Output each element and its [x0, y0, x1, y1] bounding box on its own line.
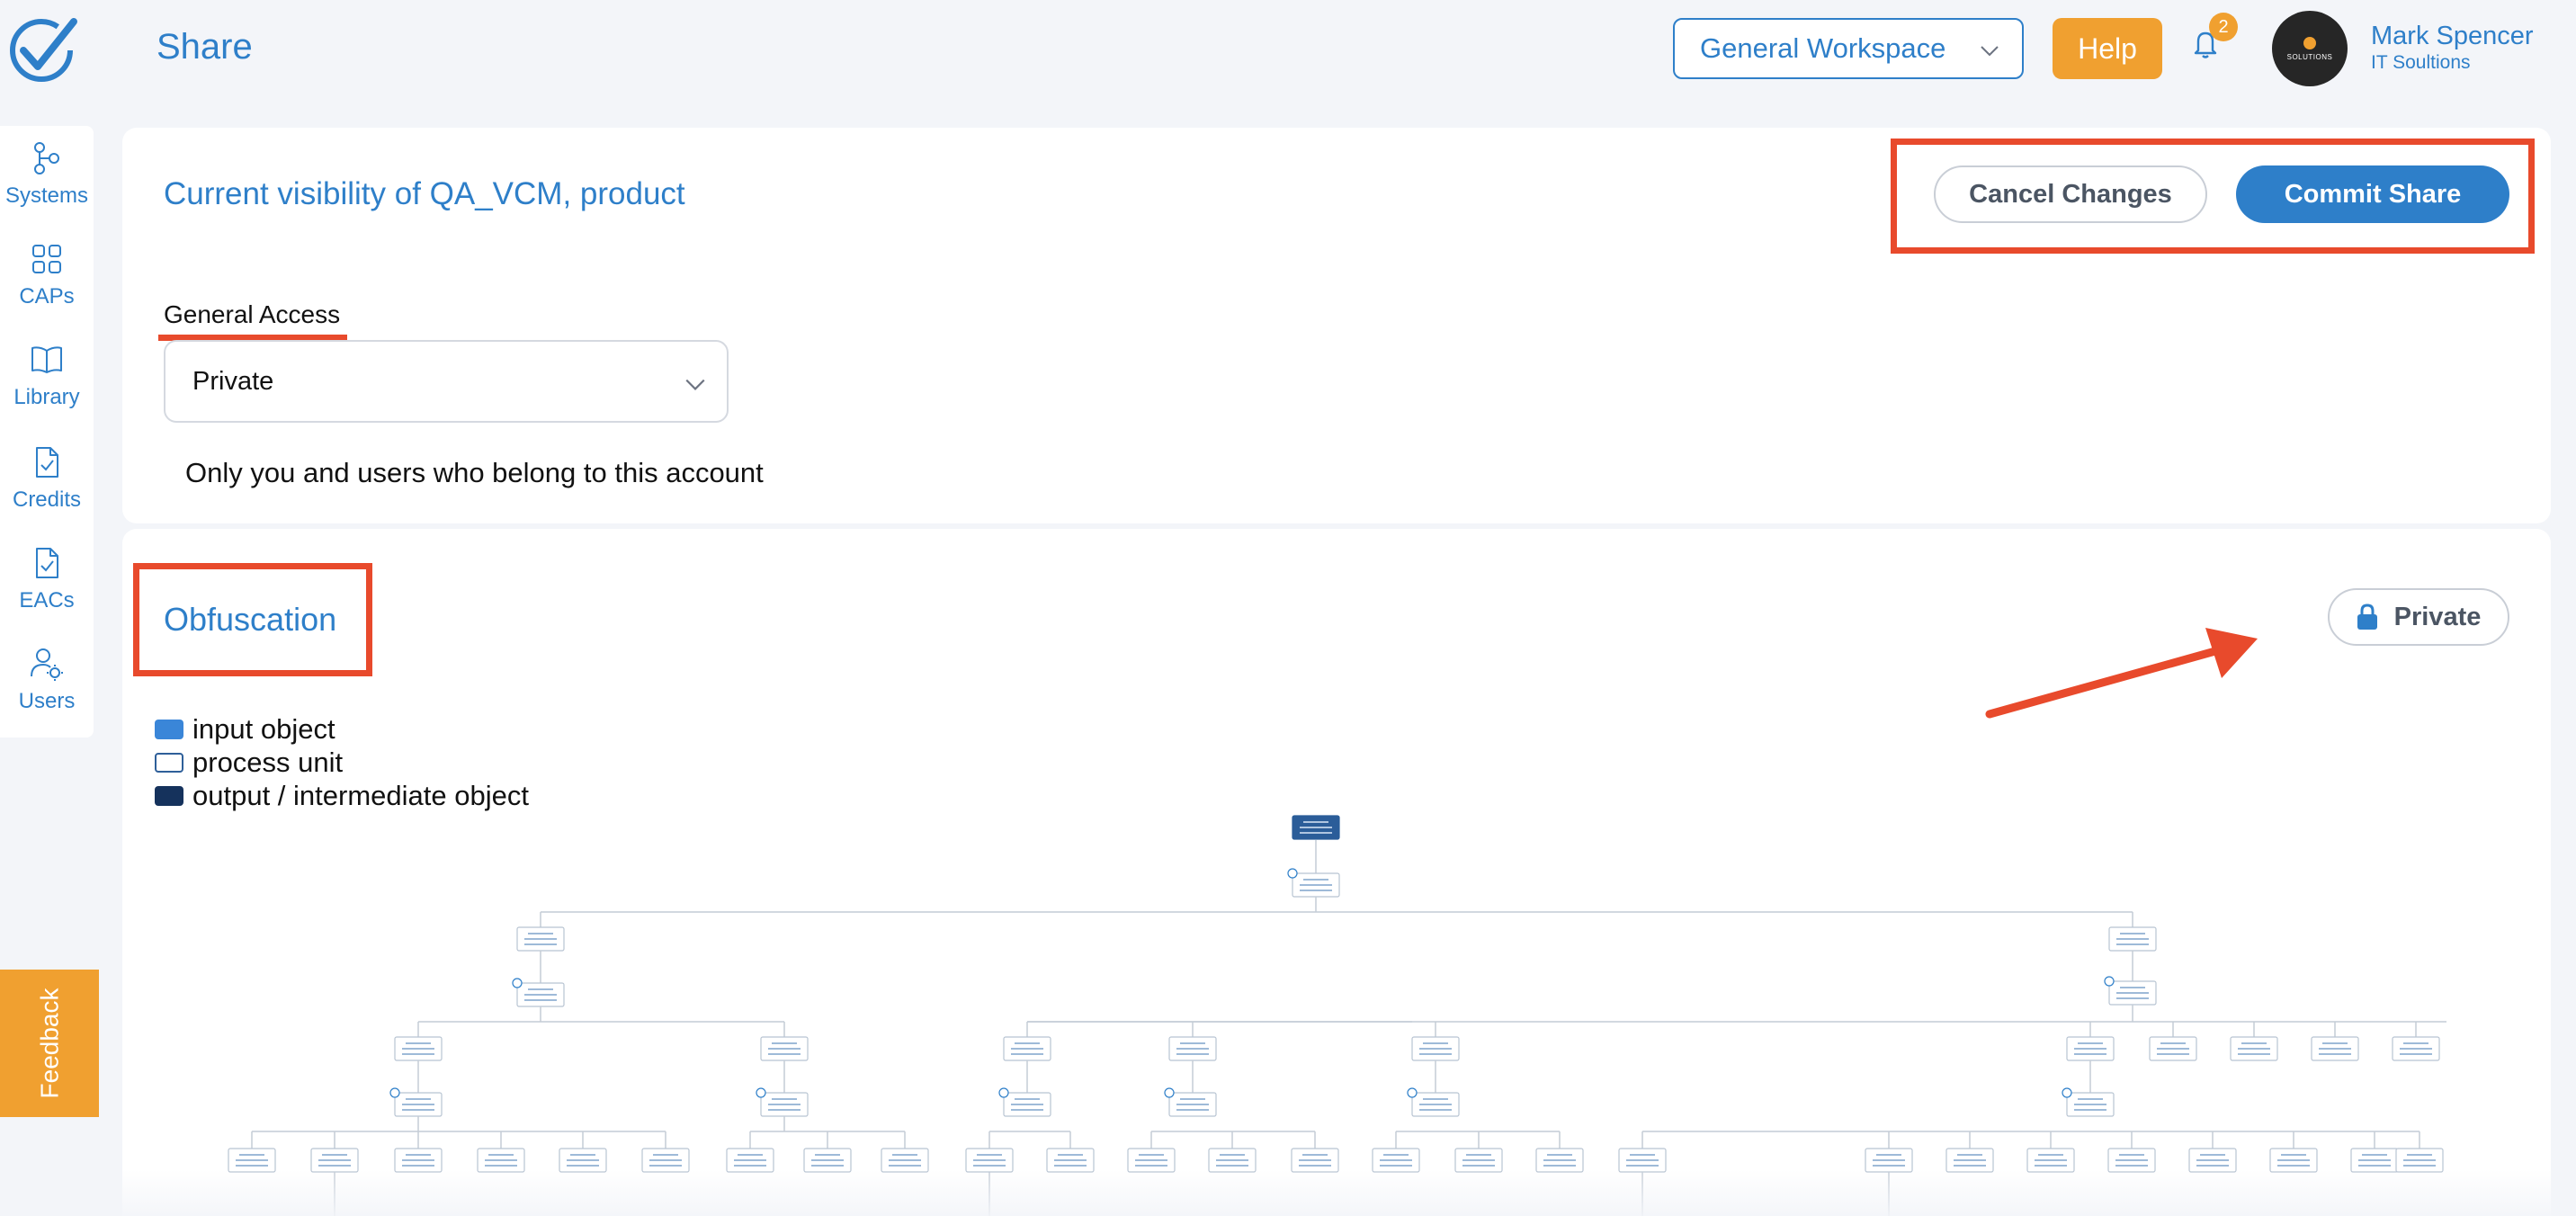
general-access-select[interactable]: Private: [164, 340, 729, 423]
sidebar-item-library[interactable]: Library: [0, 342, 94, 432]
tree-node[interactable]: [1411, 1036, 1460, 1061]
sidebar-item-label: CAPs: [19, 284, 75, 308]
notification-badge: 2: [2209, 13, 2238, 41]
sidebar-item-label: Library: [13, 385, 80, 409]
tree-node[interactable]: [512, 978, 565, 1007]
grid-icon: [32, 245, 61, 273]
chevron-down-icon: [1981, 46, 1999, 57]
tree-node[interactable]: [1164, 1087, 1217, 1117]
obfuscation-title: Obfuscation: [164, 601, 337, 638]
tree-node[interactable]: [2066, 1036, 2115, 1061]
access-description: Only you and users who belong to this ac…: [185, 457, 764, 488]
sidebar-item-label: Users: [18, 689, 76, 713]
general-access-value: Private: [192, 366, 274, 396]
user-organization: IT Soultions: [2371, 52, 2471, 73]
tree-node[interactable]: [2230, 1036, 2278, 1061]
page-title: Share: [157, 27, 253, 67]
systems-icon: [34, 142, 59, 174]
top-bar: Share General Workspace Help 2 SOLUTIONS…: [0, 0, 2576, 108]
legend-label: output / intermediate object: [192, 779, 529, 811]
tree-node[interactable]: [394, 1036, 443, 1061]
avatar-text: SOLUTIONS: [2286, 52, 2333, 61]
feedback-tab[interactable]: Feedback: [0, 970, 99, 1117]
feedback-label: Feedback: [35, 988, 63, 1099]
tree-node[interactable]: [1168, 1036, 1217, 1061]
visibility-title: Current visibility of QA_VCM, product: [164, 176, 685, 211]
legend-item: input object: [155, 712, 529, 746]
tree-node[interactable]: [2062, 1087, 2115, 1117]
tree-node[interactable]: [2149, 1036, 2197, 1061]
tree-node[interactable]: [516, 926, 565, 952]
legend-label: process unit: [192, 746, 344, 778]
avatar[interactable]: SOLUTIONS: [2272, 11, 2348, 86]
legend-swatch-input: [155, 719, 183, 739]
legend-swatch-process: [155, 752, 183, 773]
workspace-select[interactable]: General Workspace: [1673, 18, 2024, 79]
sidebar-item-label: EACs: [19, 588, 75, 612]
document-check-icon: [36, 548, 58, 578]
document-check-icon: [36, 447, 58, 478]
help-button[interactable]: Help: [2053, 18, 2162, 79]
legend-item: process unit: [155, 746, 529, 779]
tree-node[interactable]: [2108, 926, 2157, 952]
legend-swatch-output: [155, 785, 183, 806]
lock-icon: [2357, 604, 2377, 630]
checkmark-logo-icon[interactable]: [7, 14, 81, 83]
book-icon: [31, 346, 62, 373]
tree-node[interactable]: [2104, 976, 2157, 1006]
tree-node[interactable]: [1407, 1087, 1460, 1117]
tree-node[interactable]: [998, 1087, 1051, 1117]
sidebar-item-caps[interactable]: CAPs: [0, 241, 94, 331]
general-access-label: General Access: [164, 300, 341, 328]
legend-label: input object: [192, 712, 335, 745]
tree-node[interactable]: [2392, 1036, 2440, 1061]
sidebar-item-systems[interactable]: Systems: [0, 140, 94, 230]
sidebar-item-label: Credits: [12, 487, 82, 512]
commit-share-button[interactable]: Commit Share: [2236, 165, 2509, 223]
legend: input object process unit output / inter…: [155, 712, 529, 812]
user-settings-icon: [31, 648, 63, 681]
chevron-down-icon: [685, 379, 705, 390]
cancel-changes-button[interactable]: Cancel Changes: [1934, 165, 2207, 223]
tree-node[interactable]: [1003, 1036, 1051, 1061]
sidebar-item-eacs[interactable]: EACs: [0, 545, 94, 635]
tree-node[interactable]: [2311, 1036, 2359, 1061]
sidebar: Systems CAPs Library Credits EACs Users: [0, 126, 94, 738]
scroll-fade: [122, 1169, 2551, 1216]
legend-item: output / intermediate object: [155, 779, 529, 812]
workspace-select-value: General Workspace: [1700, 32, 1946, 64]
annotation-arrow: [1985, 628, 2258, 719]
tree-node-output[interactable]: [1292, 815, 1340, 840]
user-name[interactable]: Mark Spencer: [2371, 22, 2534, 51]
tree-node[interactable]: [760, 1036, 809, 1061]
tree-node[interactable]: [1287, 868, 1340, 898]
private-toggle-label: Private: [2393, 602, 2482, 631]
sidebar-item-users[interactable]: Users: [0, 646, 94, 736]
sidebar-item-credits[interactable]: Credits: [0, 444, 94, 534]
tree-node[interactable]: [756, 1087, 809, 1117]
avatar-logo-dot: [2303, 36, 2316, 49]
private-toggle-button[interactable]: Private: [2328, 588, 2509, 646]
tree-node[interactable]: [389, 1087, 443, 1117]
sidebar-item-label: Systems: [4, 183, 88, 208]
